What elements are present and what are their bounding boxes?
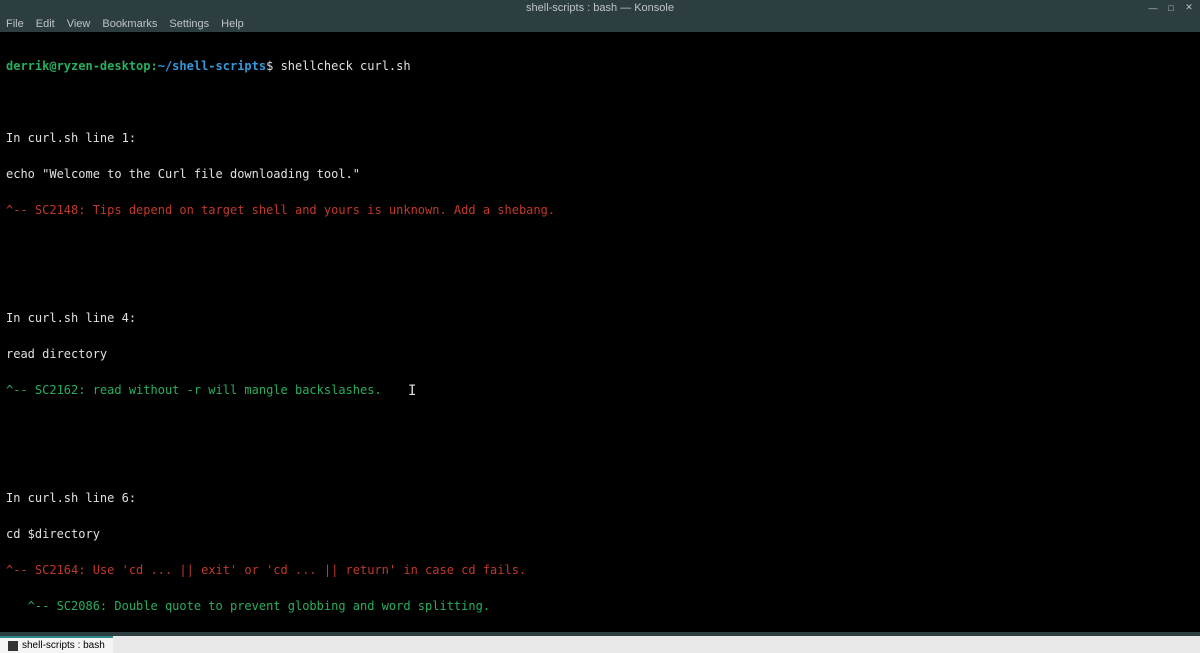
window-titlebar: shell-scripts : bash — Konsole — □ ✕ [0, 0, 1200, 16]
menu-help[interactable]: Help [221, 18, 244, 30]
output-code: cd $directory [6, 528, 1194, 540]
menu-view[interactable]: View [67, 18, 91, 30]
menubar: File Edit View Bookmarks Settings Help [0, 16, 1200, 32]
output-header: In curl.sh line 1: [6, 132, 1194, 144]
taskbar-item-label: shell-scripts : bash [22, 640, 105, 651]
maximize-button[interactable]: □ [1166, 3, 1176, 13]
output-header: In curl.sh line 6: [6, 492, 1194, 504]
output-error: ^-- SC2148: Tips depend on target shell … [6, 204, 1194, 216]
command-text: shellcheck curl.sh [281, 59, 411, 73]
prompt-user: derrik@ryzen-desktop: [6, 59, 158, 73]
taskbar: shell-scripts : bash [0, 636, 1200, 653]
output-header: In curl.sh line 4: [6, 312, 1194, 324]
terminal-viewport[interactable]: derrik@ryzen-desktop:~/shell-scripts$ sh… [0, 32, 1200, 632]
menu-bookmarks[interactable]: Bookmarks [102, 18, 157, 30]
output-warning: ^-- SC2086: Double quote to prevent glob… [6, 600, 1194, 612]
prompt-dollar: $ [266, 59, 273, 73]
menu-edit[interactable]: Edit [36, 18, 55, 30]
output-code: echo "Welcome to the Curl file downloadi… [6, 168, 1194, 180]
taskbar-item-konsole[interactable]: shell-scripts : bash [0, 636, 113, 653]
window-controls: — □ ✕ [1148, 2, 1194, 13]
output-code: read directory [6, 348, 1194, 360]
output-warning: ^-- SC2162: read without -r will mangle … [6, 384, 1194, 396]
minimize-button[interactable]: — [1148, 3, 1158, 13]
menu-file[interactable]: File [6, 18, 24, 30]
prompt-path: ~/shell-scripts [158, 59, 266, 73]
close-button[interactable]: ✕ [1184, 2, 1194, 13]
menu-settings[interactable]: Settings [169, 18, 209, 30]
window-title: shell-scripts : bash — Konsole [526, 2, 674, 14]
terminal-icon [8, 641, 18, 651]
output-error: ^-- SC2164: Use 'cd ... || exit' or 'cd … [6, 564, 1194, 576]
